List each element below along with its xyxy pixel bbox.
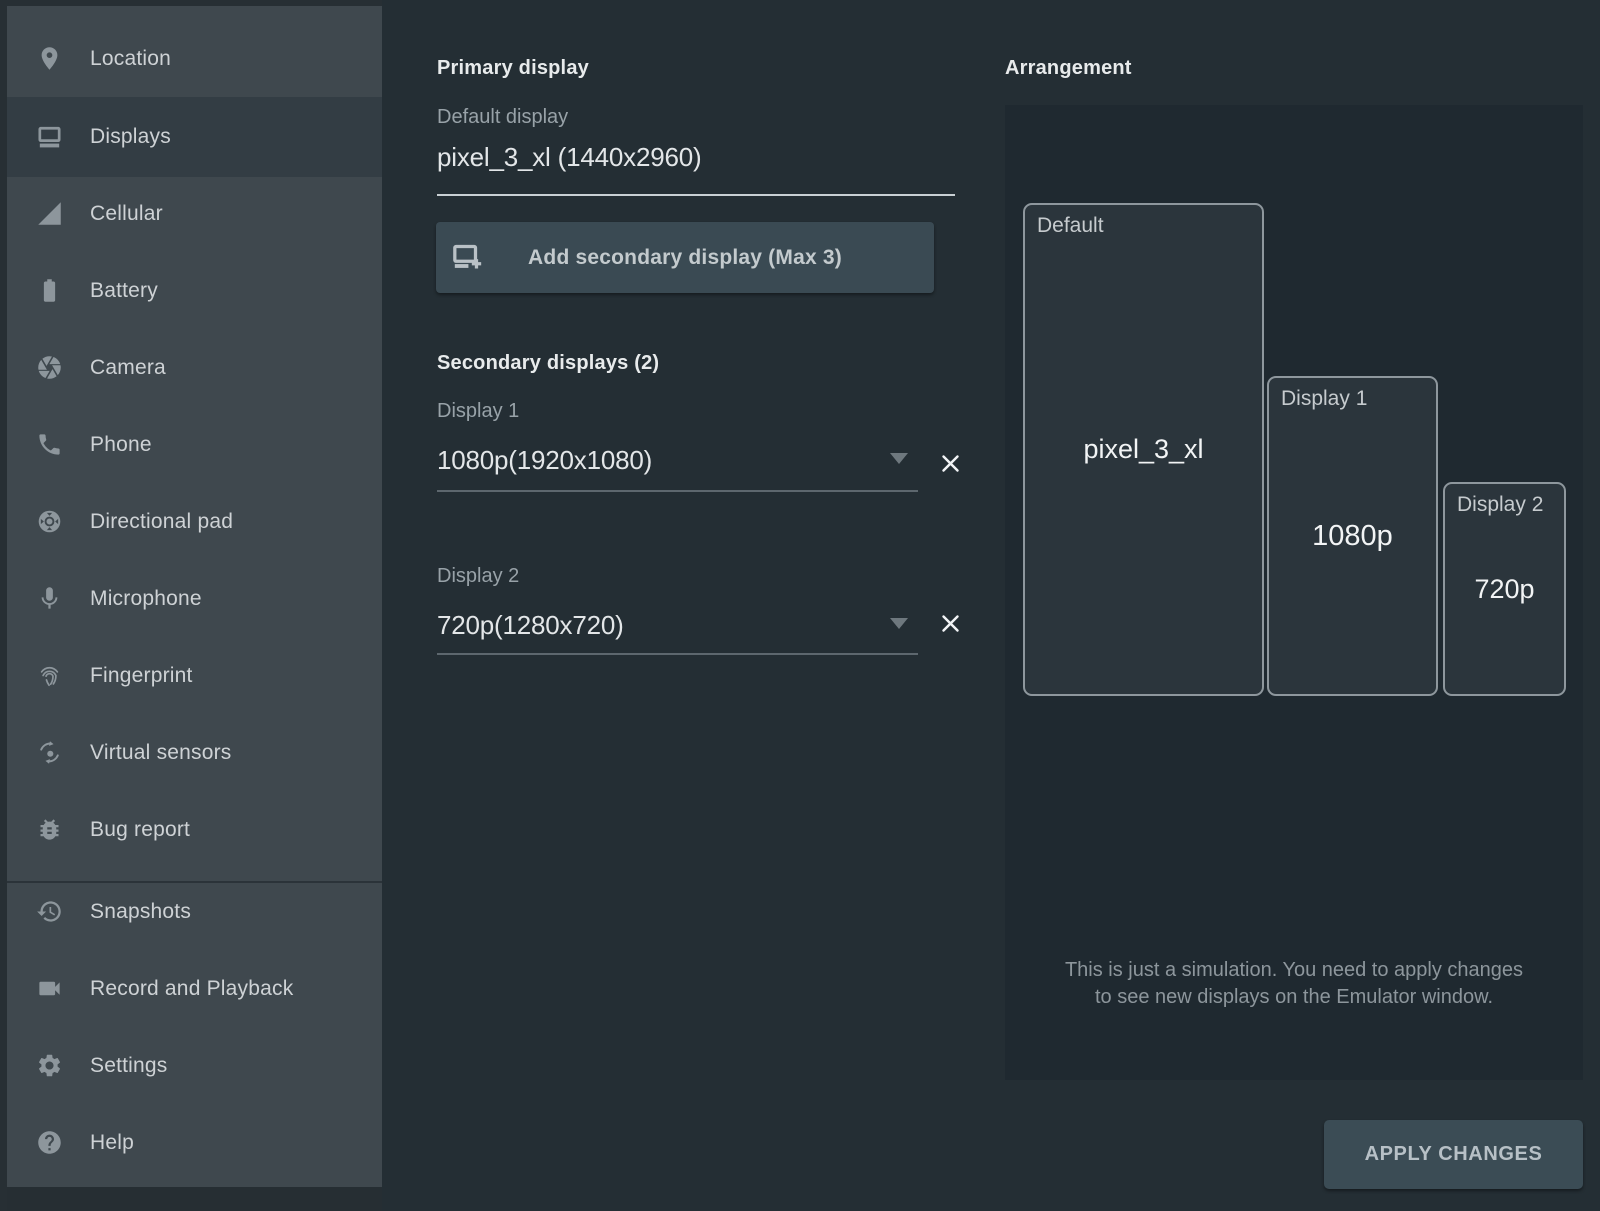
arrangement-box-label: Default [1037, 214, 1104, 238]
arrangement-box-value: 720p [1474, 574, 1534, 605]
chevron-down-icon[interactable] [890, 453, 908, 464]
simulation-note: This is just a simulation. You need to a… [1059, 957, 1529, 1010]
sidebar-item-location[interactable]: Location [0, 20, 382, 97]
add-display-icon [450, 240, 484, 274]
rotation-sensors-icon [36, 739, 63, 766]
remove-display-2-button[interactable] [940, 613, 961, 634]
extended-controls-window: Location Displays Cellular Battery Camer [0, 0, 1600, 1211]
window-left-edge [0, 0, 7, 1211]
sidebar-item-label: Record and Playback [90, 977, 293, 1001]
location-pin-icon [36, 45, 63, 72]
help-icon [36, 1129, 63, 1156]
sidebar-item-fingerprint[interactable]: Fingerprint [0, 637, 382, 714]
sidebar-item-label: Camera [90, 356, 166, 380]
sidebar-item-label: Phone [90, 433, 152, 457]
directional-pad-icon [36, 508, 63, 535]
arrangement-box-label: Display 2 [1457, 493, 1543, 517]
close-icon [940, 453, 961, 474]
display-2-dropdown-value[interactable]: 720p(1280x720) [437, 610, 624, 641]
cellular-signal-icon [36, 200, 63, 227]
sidebar-item-help[interactable]: Help [0, 1104, 382, 1181]
history-clock-icon [36, 898, 63, 925]
sidebar-item-displays[interactable]: Displays [0, 97, 382, 177]
display-2-underline [437, 653, 918, 655]
sidebar: Location Displays Cellular Battery Camer [0, 0, 382, 1211]
sidebar-item-label: Fingerprint [90, 664, 193, 688]
camera-aperture-icon [36, 354, 63, 381]
default-display-underline [437, 194, 955, 196]
arrangement-box-value: pixel_3_xl [1083, 434, 1203, 465]
phone-icon [36, 431, 63, 458]
secondary-displays-section-title: Secondary displays (2) [437, 352, 659, 375]
primary-display-section-title: Primary display [437, 57, 589, 80]
sidebar-item-label: Snapshots [90, 900, 191, 924]
sidebar-item-snapshots[interactable]: Snapshots [0, 873, 382, 950]
bug-icon [36, 816, 63, 843]
display-1-dropdown-value[interactable]: 1080p(1920x1080) [437, 445, 652, 476]
close-icon [940, 613, 961, 634]
sidebar-item-label: Displays [90, 125, 171, 149]
apply-changes-button[interactable]: APPLY CHANGES [1324, 1120, 1583, 1189]
display-1-underline [437, 490, 918, 492]
display-1-label: Display 1 [437, 400, 519, 423]
window-top-edge [0, 0, 382, 6]
sidebar-item-camera[interactable]: Camera [0, 329, 382, 406]
sidebar-item-label: Bug report [90, 818, 190, 842]
displays-page: Primary display Default display pixel_3_… [382, 0, 1600, 1211]
arrangement-box-value: 1080p [1312, 520, 1393, 553]
add-secondary-display-label: Add secondary display (Max 3) [528, 246, 842, 270]
gear-icon [36, 1052, 63, 1079]
sidebar-item-phone[interactable]: Phone [0, 406, 382, 483]
sidebar-item-label: Help [90, 1131, 134, 1155]
sidebar-item-label: Cellular [90, 202, 163, 226]
sidebar-item-record-playback[interactable]: Record and Playback [0, 950, 382, 1027]
videocam-icon [36, 975, 63, 1002]
sidebar-item-microphone[interactable]: Microphone [0, 560, 382, 637]
sidebar-item-label: Location [90, 47, 171, 71]
sidebar-item-label: Battery [90, 279, 158, 303]
chevron-down-icon[interactable] [890, 618, 908, 629]
sidebar-item-virtual-sensors[interactable]: Virtual sensors [0, 714, 382, 791]
displays-icon [36, 124, 63, 151]
sidebar-item-settings[interactable]: Settings [0, 1027, 382, 1104]
display-2-label: Display 2 [437, 565, 519, 588]
sidebar-item-label: Settings [90, 1054, 167, 1078]
microphone-icon [36, 585, 63, 612]
default-display-label: Default display [437, 106, 568, 129]
sidebar-footer-area [0, 1187, 382, 1211]
sidebar-item-label: Directional pad [90, 510, 233, 534]
arrangement-section-title: Arrangement [1005, 57, 1132, 80]
arrangement-box-display-2[interactable]: Display 2 720p [1443, 482, 1566, 696]
default-display-value: pixel_3_xl (1440x2960) [437, 142, 701, 173]
remove-display-1-button[interactable] [940, 453, 961, 474]
add-secondary-display-button[interactable]: Add secondary display (Max 3) [436, 222, 934, 293]
arrangement-box-label: Display 1 [1281, 387, 1367, 411]
sidebar-item-battery[interactable]: Battery [0, 252, 382, 329]
arrangement-box-default[interactable]: Default pixel_3_xl [1023, 203, 1264, 696]
arrangement-panel: Default pixel_3_xl Display 1 1080p Displ… [1005, 105, 1583, 1080]
sidebar-item-cellular[interactable]: Cellular [0, 175, 382, 252]
sidebar-item-bug-report[interactable]: Bug report [0, 791, 382, 868]
sidebar-item-label: Microphone [90, 587, 202, 611]
battery-icon [36, 277, 63, 304]
arrangement-box-display-1[interactable]: Display 1 1080p [1267, 376, 1438, 696]
sidebar-item-directional-pad[interactable]: Directional pad [0, 483, 382, 560]
sidebar-item-label: Virtual sensors [90, 741, 232, 765]
fingerprint-icon [36, 662, 63, 689]
